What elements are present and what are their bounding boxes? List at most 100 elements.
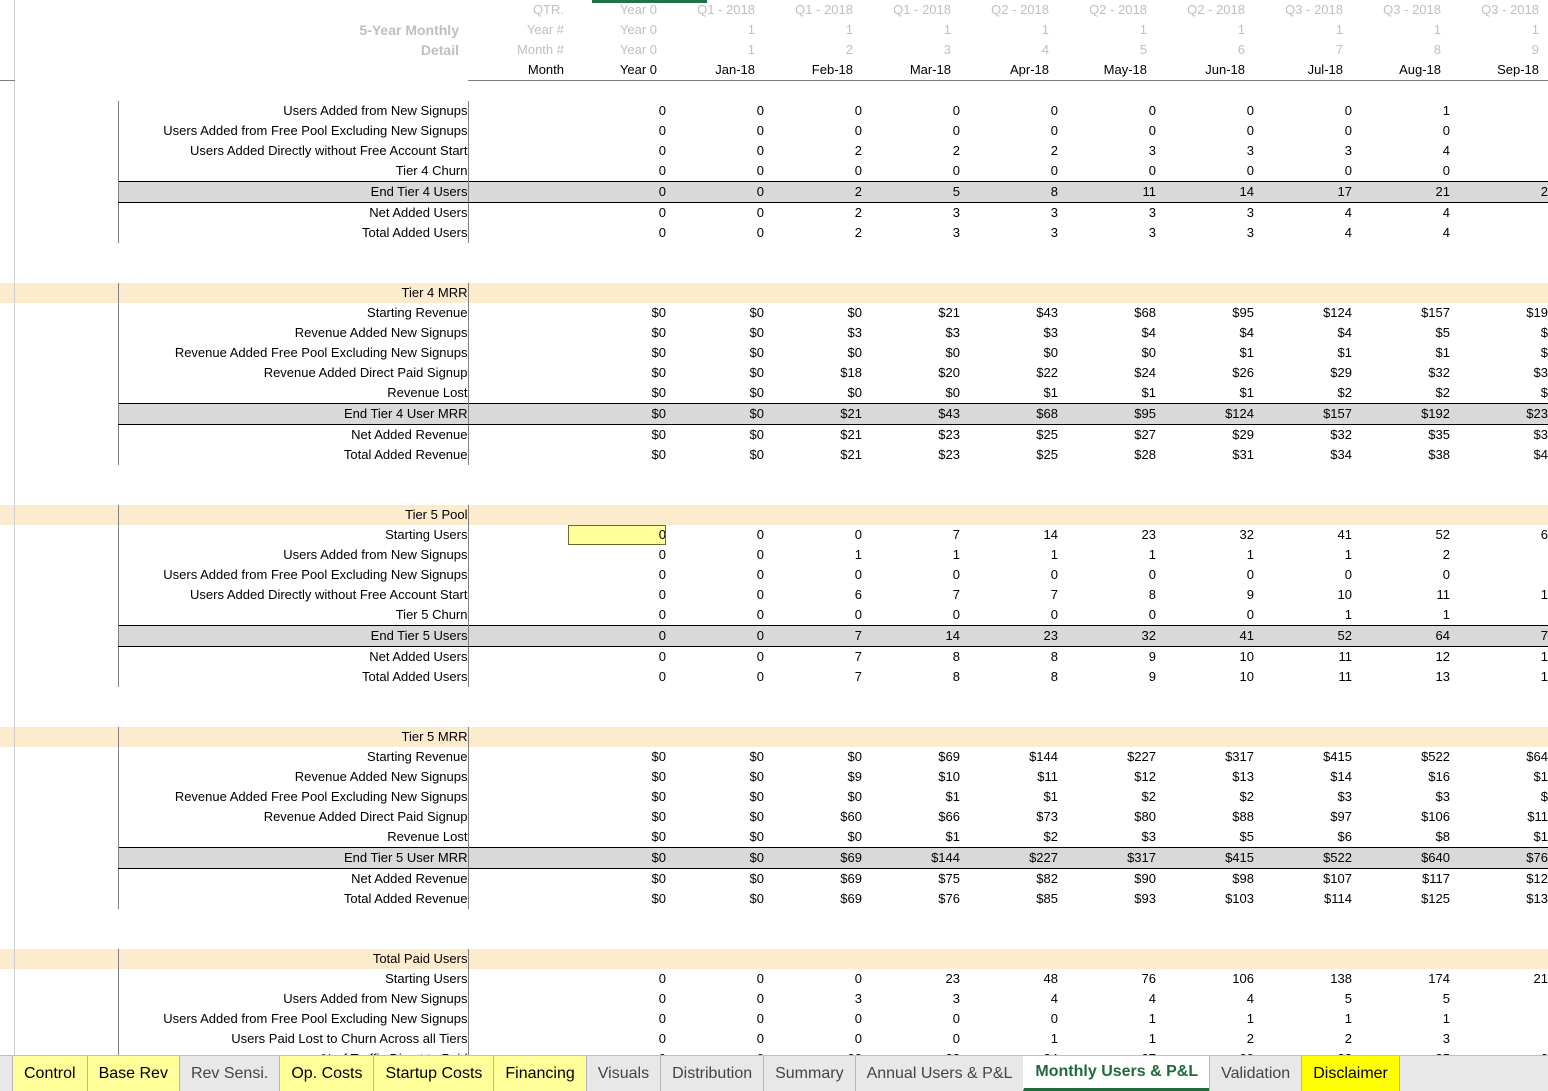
cell[interactable]: $ (1450, 787, 1548, 807)
cell-year0[interactable] (468, 545, 568, 565)
cell[interactable]: $28 (1058, 445, 1156, 465)
cell[interactable]: $227 (960, 846, 1058, 869)
cell[interactable]: $0 (568, 889, 666, 909)
cell[interactable]: $1 (1352, 343, 1450, 363)
cell[interactable]: $0 (568, 827, 666, 848)
sheet-tab-bar[interactable]: Control Base Rev Rev Sensi. Op. Costs Startu… (0, 1055, 1548, 1091)
cell[interactable]: $4 (1058, 323, 1156, 343)
cell[interactable]: 2 (1450, 180, 1548, 203)
cell-year0[interactable] (468, 424, 568, 445)
cell-year0[interactable] (468, 161, 568, 182)
cell[interactable]: $68 (960, 402, 1058, 425)
cell[interactable]: 0 (1254, 101, 1352, 121)
cell[interactable]: 1 (1352, 101, 1450, 121)
cell[interactable]: 0 (862, 565, 960, 585)
sheet-tab-validation[interactable]: Validation (1209, 1056, 1303, 1091)
cell[interactable]: $ (1450, 323, 1548, 343)
cell[interactable]: 0 (666, 667, 764, 687)
cell-year0[interactable] (468, 223, 568, 243)
cell[interactable]: $192 (1352, 402, 1450, 425)
sheet-tab-distribution[interactable]: Distribution (660, 1056, 765, 1091)
cell[interactable]: $73 (960, 807, 1058, 827)
cell[interactable]: 64 (1352, 624, 1450, 647)
cell[interactable]: $5 (1156, 827, 1254, 848)
cell-year0[interactable] (468, 868, 568, 889)
cell[interactable]: 0 (1254, 121, 1352, 141)
cell[interactable]: 14 (862, 624, 960, 647)
cell[interactable]: $0 (666, 787, 764, 807)
cell[interactable]: $4 (1450, 445, 1548, 465)
cell[interactable]: $0 (764, 383, 862, 404)
cell[interactable]: $107 (1254, 868, 1352, 889)
cell[interactable]: 1 (960, 1029, 1058, 1049)
cell[interactable]: $1 (960, 787, 1058, 807)
sheet-tab-summary[interactable]: Summary (763, 1056, 856, 1091)
cell[interactable]: 0 (1058, 605, 1156, 626)
cell[interactable]: $1 (1254, 343, 1352, 363)
cell[interactable]: $415 (1254, 747, 1352, 767)
cell[interactable]: $32 (1352, 363, 1450, 383)
cell[interactable]: 21 (1352, 180, 1450, 203)
cell-year0[interactable] (468, 646, 568, 667)
cell[interactable]: $43 (960, 303, 1058, 323)
cell[interactable]: $ (1450, 343, 1548, 363)
cell[interactable]: 1 (1450, 585, 1548, 605)
cell[interactable]: 1 (1352, 1009, 1450, 1029)
cell[interactable]: $69 (764, 868, 862, 889)
cell[interactable]: 0 (666, 525, 764, 545)
cell[interactable]: 3 (960, 223, 1058, 243)
cell[interactable]: 10 (1254, 585, 1352, 605)
cell[interactable]: $3 (862, 323, 960, 343)
cell[interactable]: 0 (1156, 565, 1254, 585)
cell[interactable]: 0 (666, 1009, 764, 1029)
cell[interactable] (1450, 101, 1548, 121)
cell[interactable] (1450, 565, 1548, 585)
cell[interactable]: $95 (1058, 402, 1156, 425)
cell[interactable]: 106 (1156, 969, 1254, 989)
cell[interactable]: 0 (1058, 565, 1156, 585)
cell[interactable]: 0 (568, 180, 666, 203)
cell-year0[interactable] (468, 565, 568, 585)
cell[interactable]: $3 (1450, 363, 1548, 383)
cell[interactable]: $21 (764, 402, 862, 425)
cell[interactable]: $9 (764, 767, 862, 787)
cell[interactable]: 1 (1254, 1009, 1352, 1029)
sheet-tab-annual-users-p-l[interactable]: Annual Users & P&L (854, 1056, 1025, 1091)
cell[interactable]: $1 (1450, 767, 1548, 787)
cell[interactable]: 23 (862, 969, 960, 989)
cell[interactable]: 0 (764, 565, 862, 585)
cell[interactable]: $25 (960, 445, 1058, 465)
cell[interactable]: 5 (1254, 989, 1352, 1009)
cell[interactable]: 8 (960, 667, 1058, 687)
cell[interactable]: 2 (764, 180, 862, 203)
cell[interactable] (1450, 545, 1548, 565)
cell[interactable]: 6 (1450, 525, 1548, 545)
cell[interactable]: 3 (1254, 141, 1352, 161)
cell[interactable]: $1 (1058, 383, 1156, 404)
sheet-tab-op-costs[interactable]: Op. Costs (279, 1056, 375, 1091)
cell[interactable]: 0 (666, 141, 764, 161)
cell[interactable]: $0 (666, 303, 764, 323)
cell[interactable]: 0 (666, 161, 764, 182)
cell[interactable]: 7 (1450, 624, 1548, 647)
cell[interactable]: $76 (862, 889, 960, 909)
cell[interactable]: $82 (960, 868, 1058, 889)
cell[interactable]: $23 (862, 445, 960, 465)
sheet-tab-startup-costs[interactable]: Startup Costs (373, 1056, 495, 1091)
cell[interactable]: 3 (1156, 223, 1254, 243)
cell[interactable]: 7 (862, 585, 960, 605)
cell[interactable]: 2 (764, 141, 862, 161)
cell[interactable]: 1 (764, 545, 862, 565)
cell[interactable]: $0 (666, 445, 764, 465)
cell[interactable]: $2 (1156, 787, 1254, 807)
cell[interactable]: 9 (1156, 585, 1254, 605)
cell[interactable]: $103 (1156, 889, 1254, 909)
cell[interactable]: 1 (862, 545, 960, 565)
cell[interactable]: 9 (1058, 646, 1156, 667)
cell[interactable]: $4 (1156, 323, 1254, 343)
cell[interactable]: 1 (1156, 545, 1254, 565)
cell[interactable]: 0 (1058, 161, 1156, 182)
cell-year0[interactable] (468, 1009, 568, 1029)
cell[interactable]: 1 (1450, 646, 1548, 667)
cell[interactable]: $24 (1058, 363, 1156, 383)
